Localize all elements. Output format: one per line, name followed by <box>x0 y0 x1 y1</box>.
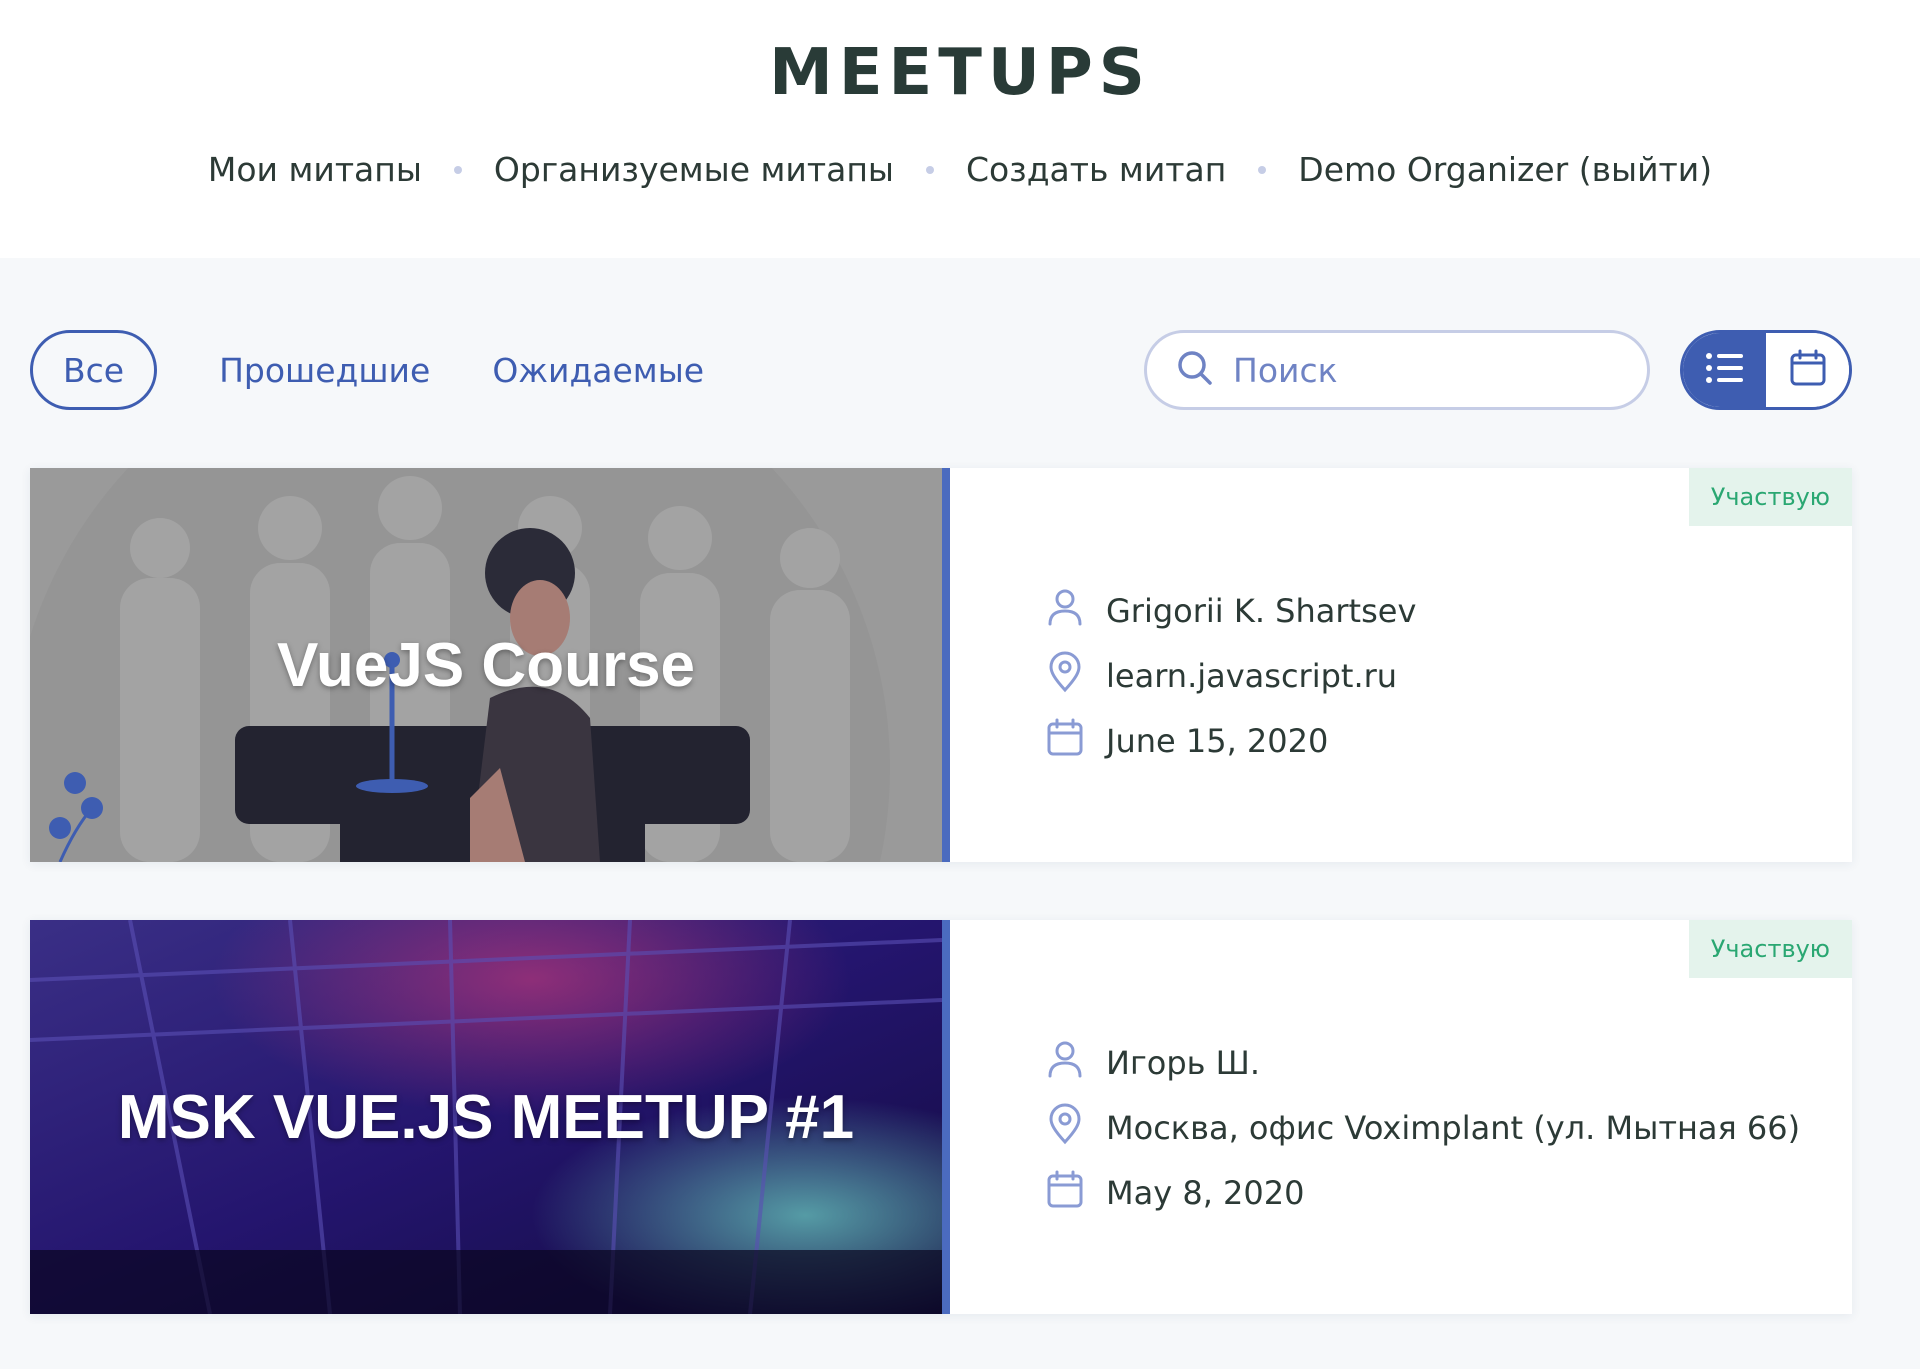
organizer-row: Grigorii K. Shartsev <box>1046 578 1416 643</box>
meetup-place: learn.javascript.ru <box>1106 656 1398 695</box>
meetup-title: VueJS Course <box>276 630 696 700</box>
organizer-name: Grigorii K. Shartsev <box>1106 591 1417 630</box>
place-row: learn.javascript.ru <box>1046 643 1416 708</box>
map-pin-icon <box>1046 1103 1106 1153</box>
nav-my-meetups[interactable]: Мои митапы <box>208 150 422 189</box>
meetup-info: Игорь Ш. Москва, офис Voximplant (ул. Мы… <box>1046 1030 1800 1225</box>
meetup-card[interactable]: MSK VUE.JS MEETUP #1 Участвую Игорь Ш. М… <box>30 920 1852 1314</box>
date-row: June 15, 2020 <box>1046 708 1416 773</box>
meetup-card[interactable]: VueJS Course Участвую Grigorii K. Sharts… <box>30 468 1852 862</box>
meetup-date: June 15, 2020 <box>1106 721 1329 760</box>
date-filter-group: Все Прошедшие Ожидаемые <box>30 330 704 410</box>
participating-badge: Участвую <box>1688 468 1852 526</box>
search-icon <box>1175 348 1215 392</box>
user-icon <box>1046 587 1106 635</box>
view-toggle <box>1680 330 1852 410</box>
nav-separator <box>1258 165 1267 174</box>
date-row: May 8, 2020 <box>1046 1160 1800 1225</box>
organizer-row: Игорь Ш. <box>1046 1030 1800 1095</box>
nav-separator <box>925 165 934 174</box>
organizer-name: Игорь Ш. <box>1106 1043 1261 1082</box>
filter-all[interactable]: Все <box>30 330 158 410</box>
place-row: Москва, офис Voximplant (ул. Мытная 66) <box>1046 1095 1800 1160</box>
list-view-button[interactable] <box>1683 333 1766 407</box>
search-box <box>1144 330 1650 410</box>
filter-past[interactable]: Прошедшие <box>219 330 430 410</box>
meetup-cover-image: VueJS Course <box>30 468 950 862</box>
calendar-view-button[interactable] <box>1766 333 1849 407</box>
main-nav: Мои митапы Организуемые митапы Создать м… <box>0 150 1920 189</box>
site-header: MEETUPS Мои митапы Организуемые митапы С… <box>0 0 1920 258</box>
meetup-place: Москва, офис Voximplant (ул. Мытная 66) <box>1106 1108 1801 1147</box>
logo[interactable]: MEETUPS <box>0 36 1920 110</box>
search-input[interactable] <box>1233 350 1613 390</box>
nav-separator <box>453 165 462 174</box>
list-icon <box>1705 351 1745 389</box>
calendar-icon <box>1790 349 1826 391</box>
calendar-icon <box>1046 1169 1106 1217</box>
meetup-info: Grigorii K. Shartsev learn.javascript.ru… <box>1046 578 1416 773</box>
meetup-date: May 8, 2020 <box>1106 1173 1305 1212</box>
nav-user-logout[interactable]: Demo Organizer (выйти) <box>1298 150 1712 189</box>
meetup-title: MSK VUE.JS MEETUP #1 <box>117 1082 855 1152</box>
filter-upcoming[interactable]: Ожидаемые <box>492 330 704 410</box>
calendar-icon <box>1046 717 1106 765</box>
nav-organized-meetups[interactable]: Организуемые митапы <box>494 150 894 189</box>
user-icon <box>1046 1039 1106 1087</box>
participating-badge: Участвую <box>1688 920 1852 978</box>
map-pin-icon <box>1046 651 1106 701</box>
nav-create-meetup[interactable]: Создать митап <box>966 150 1226 189</box>
meetup-cover-image: MSK VUE.JS MEETUP #1 <box>30 920 950 1314</box>
